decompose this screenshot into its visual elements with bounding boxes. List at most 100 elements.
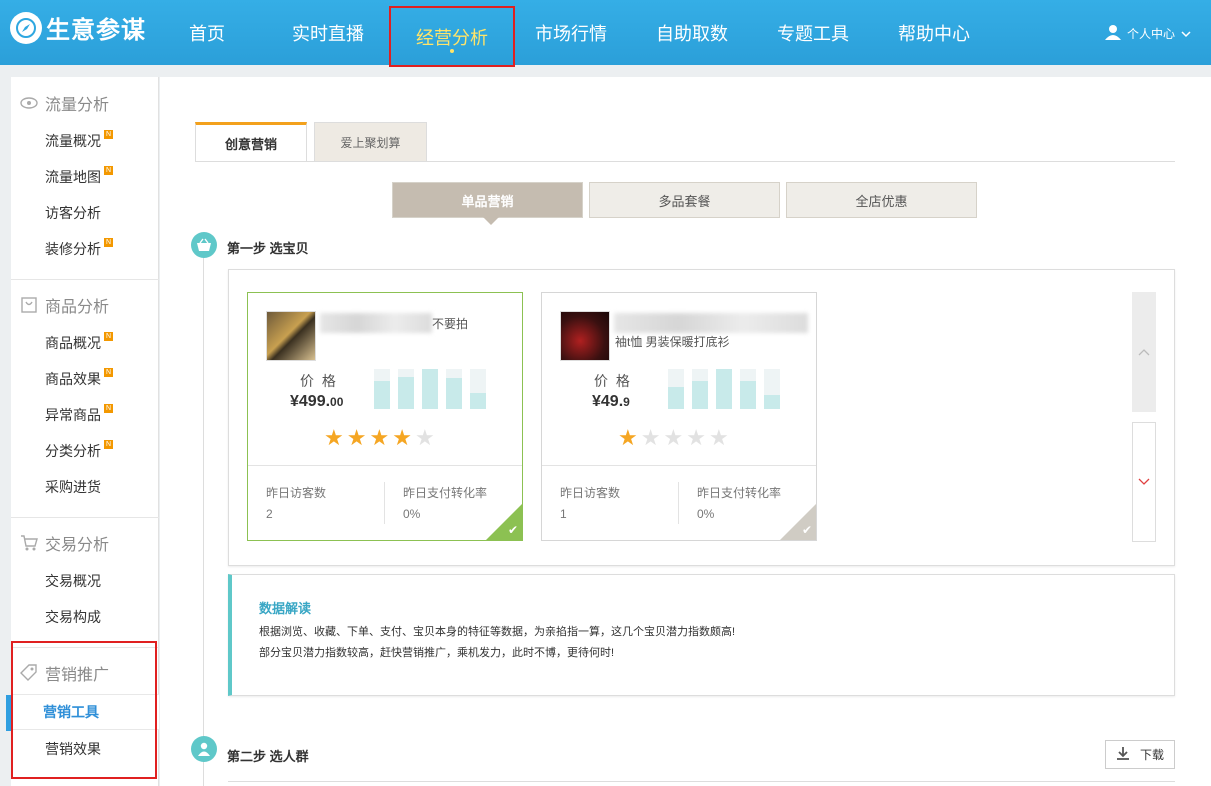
- bar-slot: [716, 369, 732, 409]
- segment-bundle[interactable]: 多品套餐: [589, 182, 780, 218]
- scroll-up-button[interactable]: [1132, 292, 1156, 412]
- conversion-label: 昨日支付转化率: [403, 486, 488, 500]
- rating-stars: ★ ★ ★ ★ ★: [324, 427, 435, 449]
- rating-stars: ★ ★ ★ ★ ★: [618, 427, 729, 449]
- new-badge: N: [104, 440, 113, 449]
- nav-realtime[interactable]: 实时直播: [283, 0, 373, 65]
- potential-bar: [692, 381, 708, 409]
- product-card[interactable]: 不要拍 价 格 ¥499.00 ★ ★ ★ ★ ★ 昨日访客数 2 昨日支付转化率 0%…: [247, 292, 523, 541]
- highlight-box: [11, 641, 157, 779]
- sidebar-item-label: 分类分析: [45, 443, 101, 459]
- nav-help-center[interactable]: 帮助中心: [889, 0, 979, 65]
- sidebar-section-title: 商品分析: [45, 299, 110, 316]
- basket-icon: [191, 232, 217, 258]
- sidebar-item-product-overview[interactable]: 商品概况 N: [45, 325, 113, 361]
- price-integer: ¥49.: [592, 393, 624, 410]
- new-badge: N: [104, 166, 113, 175]
- bar-slot: [446, 369, 462, 409]
- nav-home[interactable]: 首页: [170, 0, 244, 65]
- download-label: 下载: [1139, 748, 1164, 762]
- sidebar-item-abnormal-product[interactable]: 异常商品 N: [45, 397, 113, 433]
- card-stats: 昨日访客数 1 昨日支付转化率 0%: [542, 465, 816, 540]
- bar-slot: [470, 369, 486, 409]
- star-icon: ★: [618, 425, 638, 450]
- star-icon: ★: [414, 425, 435, 450]
- chevron-down-icon: [1181, 27, 1191, 41]
- nav-market[interactable]: 市场行情: [526, 0, 616, 65]
- tab-creative-marketing[interactable]: 创意营销: [195, 122, 307, 162]
- blurred-product-name: [320, 313, 432, 333]
- top-navbar: 生意参谋 首页 实时直播 经营分析 市场行情 自助取数 专题工具 帮助中心 个人…: [0, 0, 1211, 67]
- sidebar-section-title: 流量分析: [45, 97, 110, 114]
- star-icon: ★: [346, 425, 367, 450]
- sidebar-item-label: 采购进货: [45, 479, 101, 495]
- sidebar-item-label: 异常商品: [45, 407, 101, 423]
- product-name: 不要拍: [432, 317, 469, 331]
- card-stats: 昨日访客数 2 昨日支付转化率 0%: [248, 465, 522, 540]
- sidebar-item-purchasing[interactable]: 采购进货: [45, 469, 101, 505]
- potential-bar: [470, 393, 486, 409]
- download-button[interactable]: 下载: [1105, 740, 1175, 769]
- sidebar-item-trade-overview[interactable]: 交易概况: [45, 563, 101, 599]
- chevron-down-icon: [1138, 473, 1150, 491]
- star-icon: ★: [324, 425, 344, 450]
- sidebar-section-product[interactable]: 商品分析: [11, 285, 159, 325]
- sidebar-item-category-analysis[interactable]: 分类分析 N: [45, 433, 113, 469]
- segment-store-discount[interactable]: 全店优惠: [786, 182, 977, 218]
- bar-slot: [668, 369, 684, 409]
- visitors-value: 1: [560, 507, 567, 521]
- sidebar-item-label: 商品效果: [45, 371, 101, 387]
- potential-bar: [716, 369, 732, 409]
- chevron-up-icon: [1138, 343, 1150, 361]
- product-card[interactable]: 袖t恤 男装保暖打底衫 价 格 ¥49.9 ★ ★ ★ ★ ★ 昨日访客数 1 昨日支付…: [541, 292, 817, 541]
- nav-self-service[interactable]: 自助取数: [647, 0, 737, 65]
- star-icon: ★: [640, 425, 661, 450]
- active-indicator-dot: [450, 49, 454, 53]
- nav-special-tools[interactable]: 专题工具: [768, 0, 858, 65]
- bar-slot: [764, 369, 780, 409]
- segment-single-item[interactable]: 单品营销: [392, 182, 583, 218]
- tab-juhuasuan[interactable]: 爱上聚划算: [314, 122, 427, 162]
- sidebar-item-label: 流量概况: [45, 133, 101, 149]
- potential-bar: [668, 387, 684, 409]
- user-icon: [1104, 24, 1121, 43]
- scroll-down-button[interactable]: [1132, 422, 1156, 542]
- step-timeline: [203, 257, 204, 786]
- star-icon: ★: [663, 425, 684, 450]
- brand-logo[interactable]: 生意参谋: [10, 10, 146, 45]
- sidebar-item-traffic-overview[interactable]: 流量概况 N: [45, 123, 113, 159]
- star-icon: ★: [392, 425, 412, 450]
- sidebar-item-trade-structure[interactable]: 交易构成: [45, 599, 101, 635]
- nav-business-analysis[interactable]: 经营分析: [389, 6, 515, 67]
- download-icon: [1116, 746, 1130, 763]
- sidebar-item-product-effect[interactable]: 商品效果 N: [45, 361, 113, 397]
- product-name: 袖t恤 男装保暖打底衫: [615, 335, 730, 349]
- stats-divider: [678, 482, 679, 524]
- step-2-title: 第二步 选人群: [227, 749, 309, 764]
- insight-title: 数据解读: [259, 601, 312, 616]
- sidebar-section-trade[interactable]: 交易分析: [11, 523, 159, 563]
- sidebar-section-traffic[interactable]: 流量分析: [11, 83, 159, 123]
- conversion-value: 0%: [403, 507, 421, 521]
- product-price: ¥499.00: [290, 393, 343, 411]
- bar-slot: [422, 369, 438, 409]
- star-icon: ★: [686, 425, 706, 450]
- sidebar-divider: [11, 517, 159, 518]
- bar-slot: [398, 369, 414, 409]
- potential-bar-chart: [668, 369, 783, 409]
- insight-line: 根据浏览、收藏、下单、支付、宝贝本身的特征等数据，为亲掐指一算，这几个宝贝潜力指…: [259, 626, 736, 638]
- tab-divider: [195, 161, 1175, 162]
- bar-slot: [692, 369, 708, 409]
- product-picker-panel: 不要拍 价 格 ¥499.00 ★ ★ ★ ★ ★ 昨日访客数 2 昨日支付转化率 0%…: [228, 269, 1175, 566]
- price-integer: ¥499.: [290, 393, 331, 410]
- eye-icon: [20, 94, 38, 112]
- sidebar-item-visitor-analysis[interactable]: 访客分析: [45, 195, 101, 231]
- visitors-label: 昨日访客数: [266, 486, 327, 500]
- new-badge: N: [104, 404, 113, 413]
- sidebar-item-decoration-analysis[interactable]: 装修分析 N: [45, 231, 113, 267]
- bar-slot: [740, 369, 756, 409]
- user-menu[interactable]: 个人中心: [1104, 24, 1191, 43]
- star-icon: ★: [708, 425, 729, 450]
- potential-bar: [764, 395, 780, 409]
- sidebar-item-traffic-map[interactable]: 流量地图 N: [45, 159, 113, 195]
